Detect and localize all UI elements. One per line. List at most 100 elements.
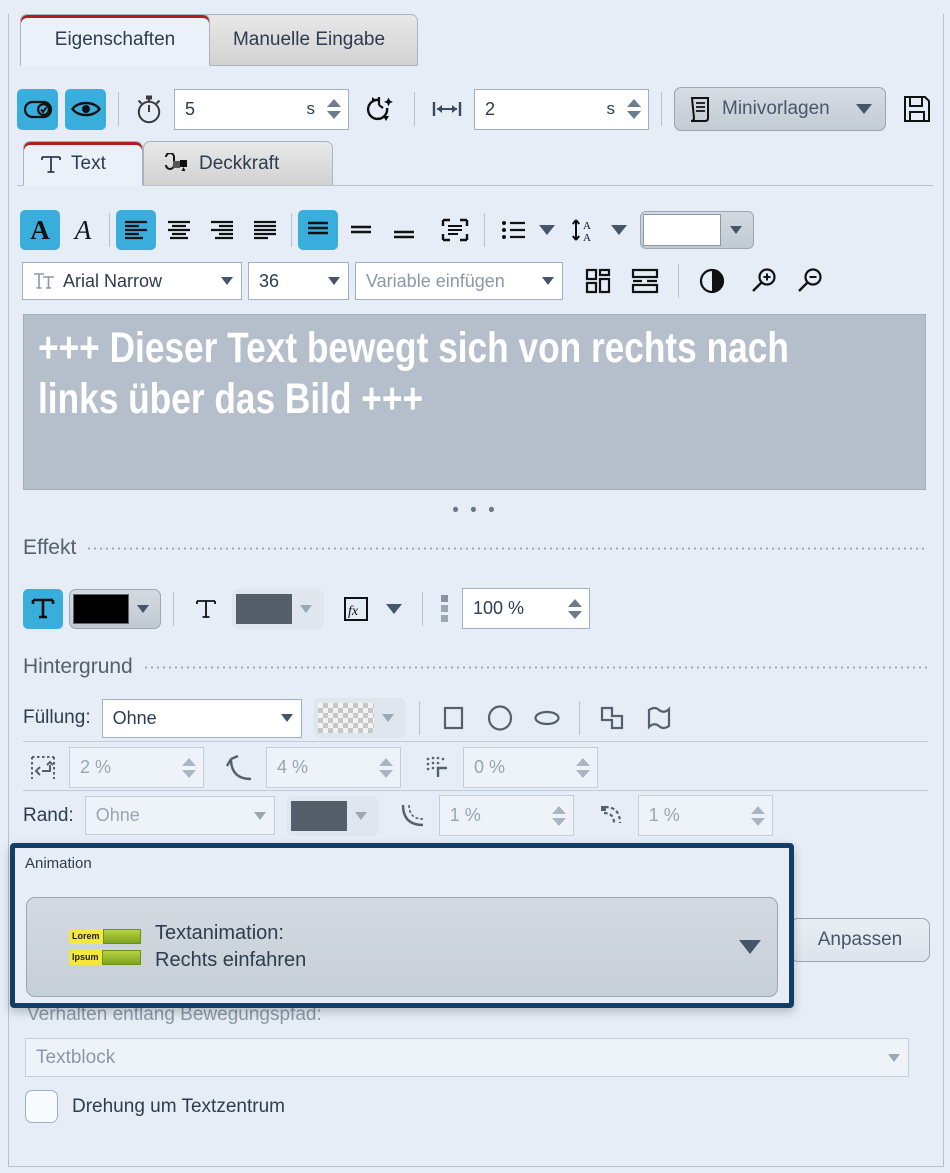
text-fill-color-chevron-icon[interactable] xyxy=(129,592,157,626)
minivorlagen-button[interactable]: Minivorlagen xyxy=(674,87,886,131)
line-spacing-chevron-icon[interactable] xyxy=(611,225,627,235)
contrast-icon xyxy=(699,268,725,294)
border-radius-icon xyxy=(596,801,626,831)
preview-line-2: links über das Bild +++ xyxy=(38,375,424,423)
fill-color-swatch[interactable] xyxy=(317,703,374,733)
shape-circle-button[interactable] xyxy=(480,699,520,737)
shape-custom-button[interactable] xyxy=(639,699,679,737)
valign-middle-button[interactable] xyxy=(341,210,381,250)
border-width-button[interactable] xyxy=(392,797,432,835)
tab-manuelle-eingabe[interactable]: Manuelle Eingabe xyxy=(200,14,418,66)
bullet-list-chevron-icon[interactable] xyxy=(539,225,555,235)
preview-overflow-indicator[interactable]: • • • xyxy=(0,500,950,522)
text-fill-color-swatch[interactable] xyxy=(73,593,129,624)
border-width-spinner[interactable] xyxy=(551,805,569,826)
selectable-toggle-button[interactable] xyxy=(17,88,58,130)
timer-effect-icon[interactable] xyxy=(356,94,402,124)
animation-chevron-down-icon[interactable] xyxy=(739,940,761,954)
text-color-picker[interactable] xyxy=(640,211,754,249)
text-T-icon xyxy=(40,153,62,175)
effect-drag-handle[interactable] xyxy=(433,595,456,622)
duration-field[interactable]: 5 s xyxy=(174,88,349,130)
anpassen-button[interactable]: Anpassen xyxy=(790,918,930,962)
bold-button[interactable]: A xyxy=(20,210,60,250)
tab-eigenschaften[interactable]: Eigenschaften xyxy=(20,14,210,66)
duration-unit: s xyxy=(306,99,316,118)
circle-icon xyxy=(485,704,515,732)
animation-select[interactable]: Lorem Ipsum Textanimation: Rechts einfah… xyxy=(26,897,778,997)
distribute-vertical-button[interactable] xyxy=(625,262,665,300)
align-center-button[interactable] xyxy=(159,210,199,250)
border-radius-field[interactable]: 1 % xyxy=(637,795,773,836)
border-color-picker[interactable] xyxy=(286,795,379,836)
zoom-in-button[interactable] xyxy=(744,262,784,300)
behavior-select[interactable]: Textblock xyxy=(25,1038,909,1077)
border-radius-value: 1 % xyxy=(648,805,680,825)
variable-insert-select[interactable]: Variable einfügen xyxy=(355,262,563,300)
align-left-button[interactable] xyxy=(116,210,156,250)
distribute-horizontal-button[interactable] xyxy=(579,262,619,300)
valign-bottom-button[interactable] xyxy=(384,210,424,250)
border-select[interactable]: Ohne xyxy=(84,796,275,835)
duration-spinner[interactable] xyxy=(327,99,344,119)
align-right-button[interactable] xyxy=(202,210,242,250)
font-toolbar: Arial Narrow 36 Variable einfügen xyxy=(22,260,934,302)
effect-opacity-spinner[interactable] xyxy=(568,598,585,619)
text-fill-color-picker[interactable] xyxy=(69,588,161,629)
fill-select[interactable]: Ohne xyxy=(101,698,302,738)
valign-top-button[interactable] xyxy=(298,210,338,250)
format-toolbar: A A A A xyxy=(20,206,936,254)
border-width-field[interactable]: 1 % xyxy=(438,795,574,836)
rectangle-icon xyxy=(440,704,466,732)
fill-color-picker[interactable] xyxy=(313,698,406,738)
padding-spinner[interactable] xyxy=(182,757,199,778)
italic-button[interactable]: A xyxy=(63,210,103,250)
text-preview-area[interactable]: +++ Dieser Text bewegt sich von rechts n… xyxy=(23,314,926,490)
text-color-chevron-icon[interactable] xyxy=(721,212,751,248)
fx-chevron-icon[interactable] xyxy=(386,603,402,614)
effect-opacity-field[interactable]: 100 % xyxy=(462,588,590,629)
shadow-button[interactable] xyxy=(417,749,457,787)
border-color-chevron-icon[interactable] xyxy=(347,799,375,833)
text-outline-button[interactable] xyxy=(186,589,226,629)
shape-rect-button[interactable] xyxy=(433,699,473,737)
padding-field[interactable]: 2 % xyxy=(69,747,204,788)
shape-merge-button[interactable] xyxy=(592,699,632,737)
transition-spinner[interactable] xyxy=(627,99,644,119)
text-color-swatch[interactable] xyxy=(643,214,721,246)
fit-text-icon xyxy=(441,218,469,242)
padding-button[interactable] xyxy=(23,749,63,787)
animation-title: Animation xyxy=(25,855,92,872)
font-size-select[interactable]: 36 xyxy=(248,262,349,300)
align-justify-button[interactable] xyxy=(245,210,285,250)
corner-radius-spinner[interactable] xyxy=(379,757,396,778)
zoom-out-button[interactable] xyxy=(790,262,830,300)
line-spacing-button[interactable]: A A xyxy=(566,210,606,250)
text-outline-color-picker[interactable] xyxy=(232,588,324,629)
tab-text[interactable]: Text xyxy=(23,141,143,186)
shadow-field[interactable]: 0 % xyxy=(463,747,598,788)
visibility-toggle-button[interactable] xyxy=(65,88,106,130)
autofit-button[interactable] xyxy=(435,210,475,250)
transition-field[interactable]: 2 s xyxy=(474,88,649,130)
shadow-spinner[interactable] xyxy=(576,757,593,778)
distribute-vertical-icon xyxy=(631,268,659,294)
text-outline-color-swatch[interactable] xyxy=(236,593,292,624)
corner-radius-button[interactable] xyxy=(220,749,260,787)
fx-button[interactable]: fx xyxy=(336,589,376,629)
contrast-button[interactable] xyxy=(692,262,732,300)
border-radius-spinner[interactable] xyxy=(750,805,768,826)
tab-deckkraft[interactable]: Deckkraft xyxy=(143,141,333,186)
floppy-disk-icon[interactable] xyxy=(893,95,931,123)
bullet-list-button[interactable] xyxy=(494,210,534,250)
corner-radius-field[interactable]: 4 % xyxy=(266,747,401,788)
text-outline-color-chevron-icon[interactable] xyxy=(292,592,320,626)
border-radius-button[interactable] xyxy=(591,797,631,835)
rotate-checkbox[interactable] xyxy=(25,1090,58,1123)
rotate-checkbox-row[interactable]: Drehung um Textzentrum xyxy=(25,1090,285,1123)
fill-color-chevron-icon[interactable] xyxy=(374,701,402,735)
text-fill-button[interactable] xyxy=(23,588,63,629)
shape-ellipse-button[interactable] xyxy=(527,699,567,737)
font-family-select[interactable]: Arial Narrow xyxy=(22,262,242,300)
border-color-swatch[interactable] xyxy=(290,800,347,831)
